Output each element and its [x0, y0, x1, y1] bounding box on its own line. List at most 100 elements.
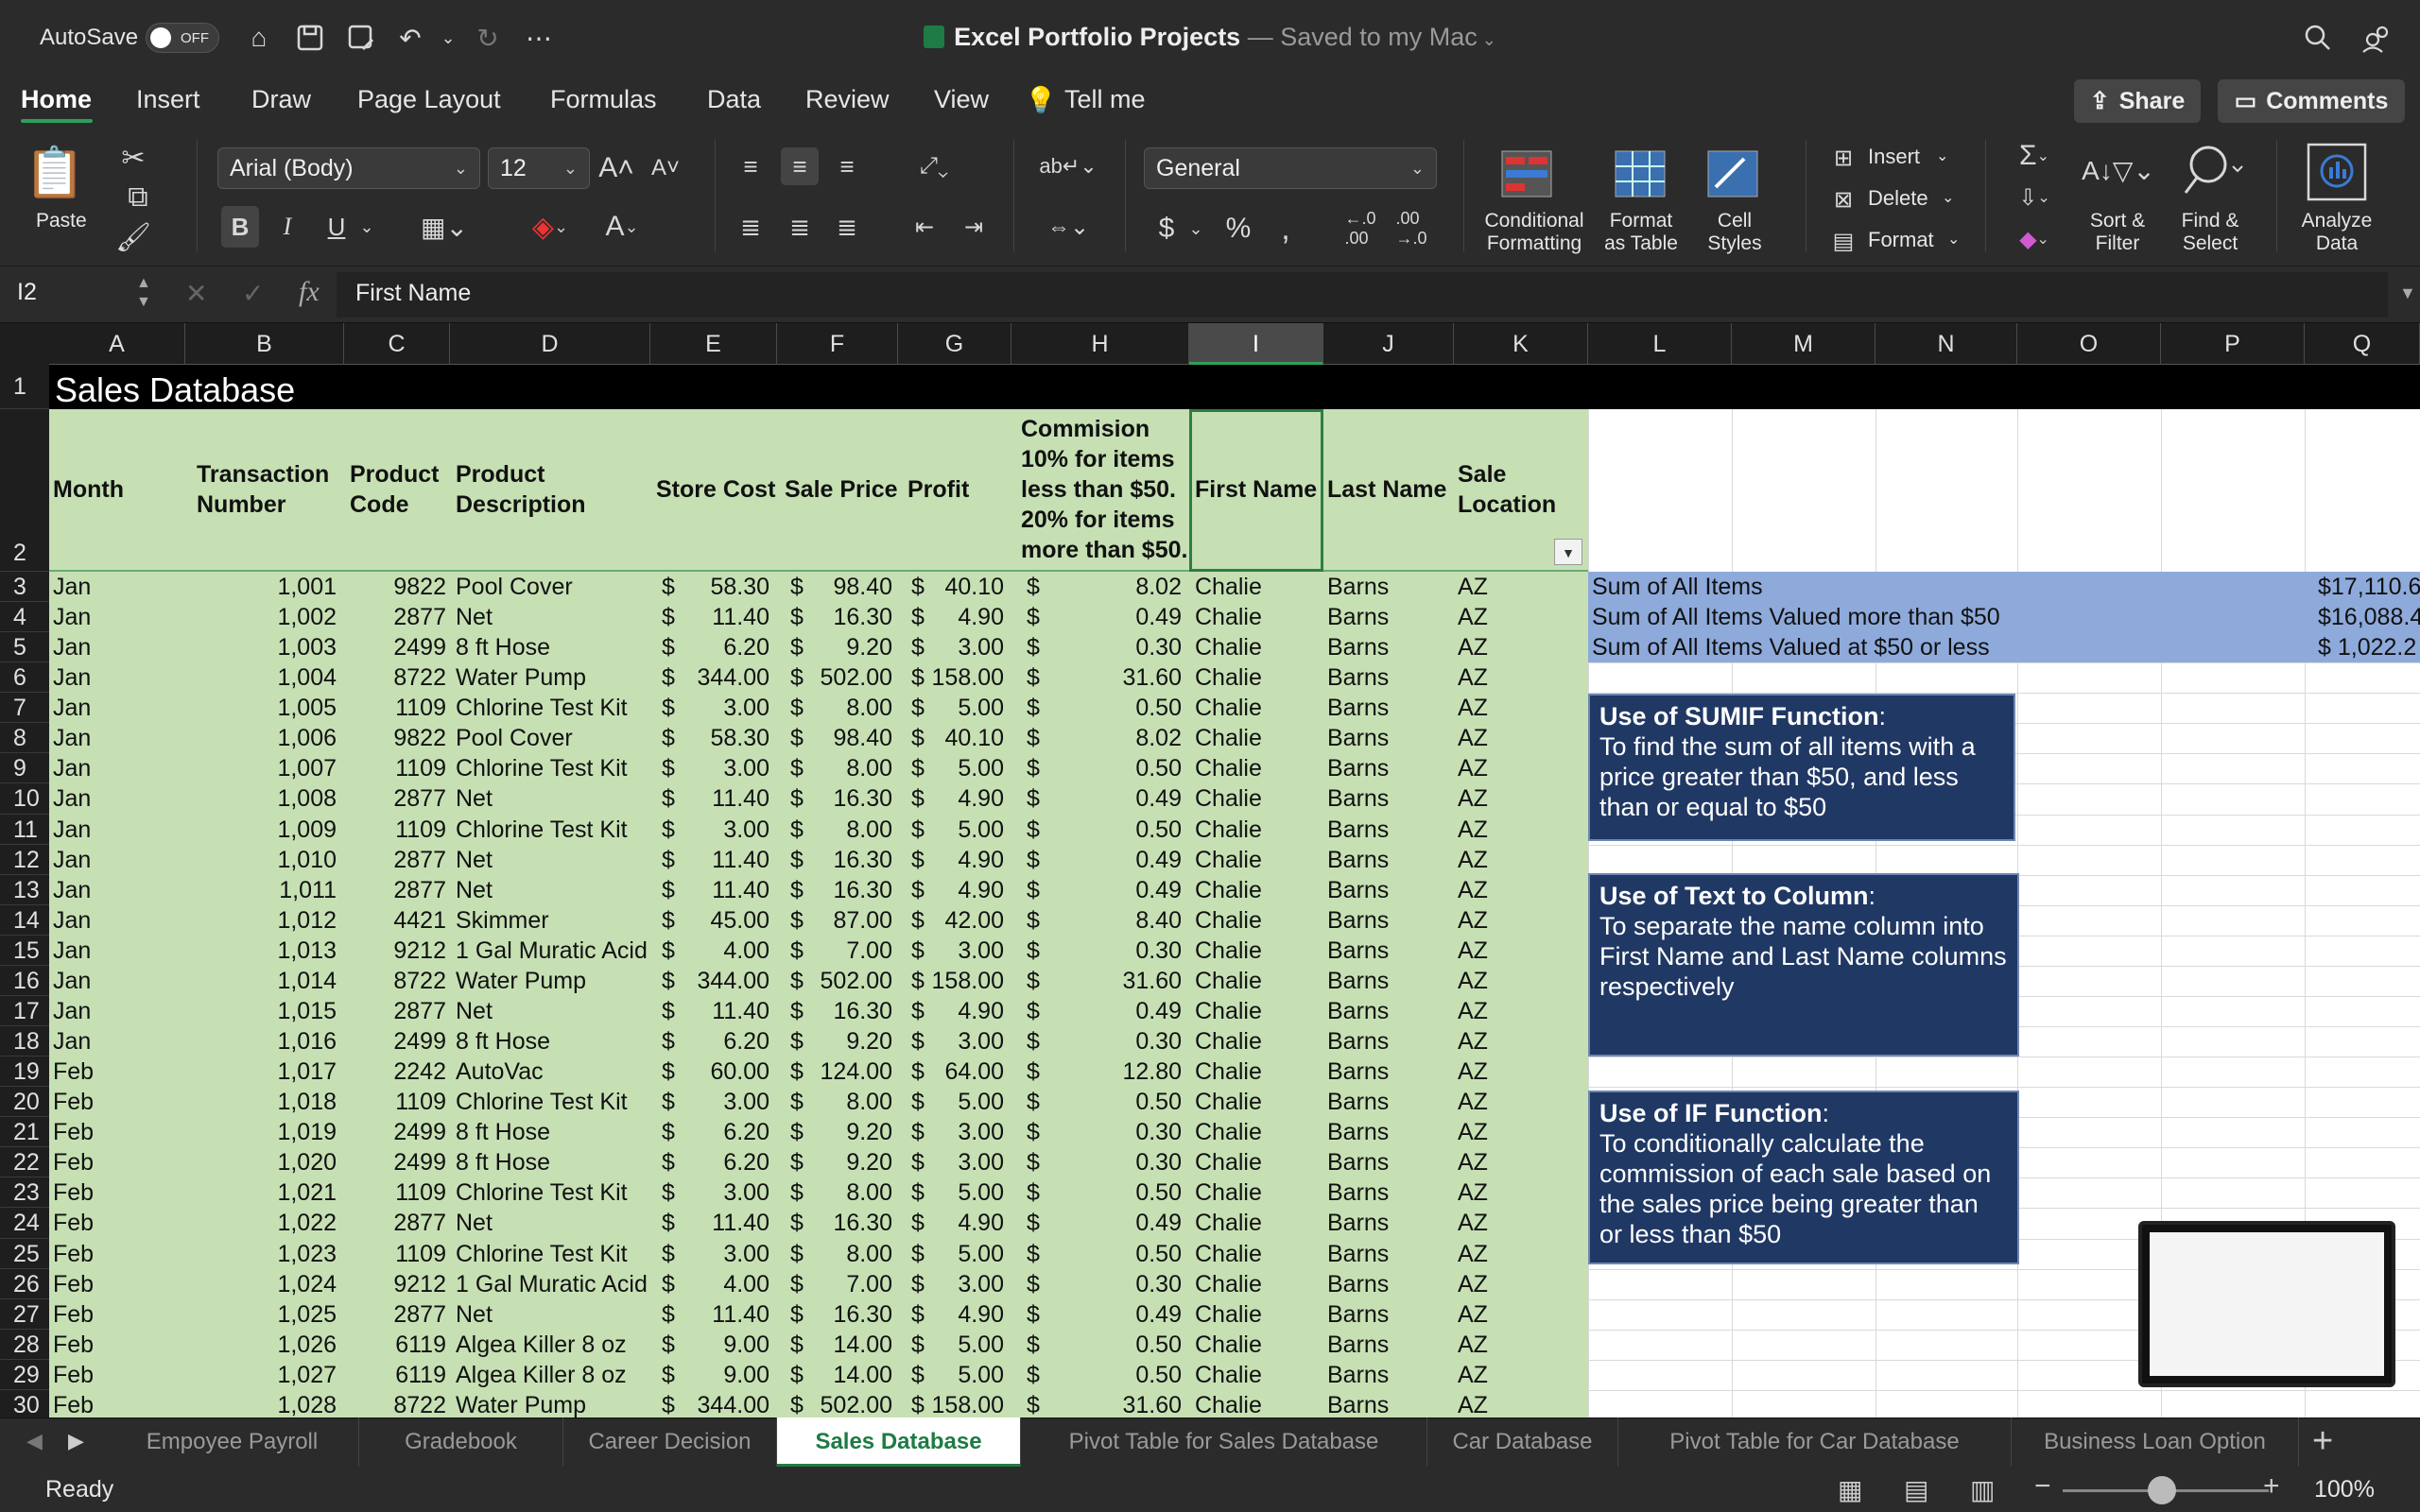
zoom-out-icon[interactable]: −	[2034, 1470, 2051, 1503]
header-month[interactable]: Month	[53, 474, 124, 505]
insert-button[interactable]: Insert	[1868, 146, 1920, 168]
cell-first-name[interactable]: Chalie	[1195, 695, 1262, 722]
merge-center-icon[interactable]: ⇔⌄	[1034, 208, 1102, 246]
header-commission[interactable]: Commision 10% for items less than $50. 20% …	[1021, 414, 1187, 565]
cell-profit[interactable]: 158.00	[898, 968, 1004, 995]
summary-value[interactable]: $17,110.6	[2318, 574, 2420, 601]
cell-product-desc[interactable]: Water Pump	[456, 968, 650, 995]
cell-transaction[interactable]: 1,013	[185, 937, 337, 965]
column-header-e[interactable]: E	[650, 323, 777, 365]
header-transaction[interactable]: Transaction Number	[197, 459, 329, 520]
cell-commission[interactable]: 0.49	[1011, 1210, 1182, 1237]
cell-store-cost[interactable]: 3.00	[652, 755, 769, 782]
cell-product-code[interactable]: 8722	[344, 1392, 446, 1419]
cell-last-name[interactable]: Barns	[1327, 1392, 1389, 1419]
cell-commission[interactable]: 0.30	[1011, 937, 1182, 965]
cell-first-name[interactable]: Chalie	[1195, 755, 1262, 782]
cell-sale-location[interactable]: AZ	[1458, 1362, 1488, 1389]
cell-sale-price[interactable]: 16.30	[775, 785, 892, 813]
cell-sale-price[interactable]: 8.00	[775, 816, 892, 844]
prev-sheet-icon[interactable]: ◀	[26, 1429, 43, 1453]
cell-transaction[interactable]: 1,018	[185, 1089, 337, 1116]
cell-product-code[interactable]: 1109	[344, 1089, 446, 1116]
row-header-8[interactable]: 8	[0, 723, 49, 754]
cell-sale-location[interactable]: AZ	[1458, 1028, 1488, 1056]
cell-commission[interactable]: 0.49	[1011, 877, 1182, 904]
cell-last-name[interactable]: Barns	[1327, 1301, 1389, 1329]
align-bottom-icon[interactable]: ≡	[828, 147, 866, 185]
sheet-tab[interactable]: Business Loan Option	[2012, 1418, 2299, 1467]
comments-button[interactable]: ▭ Comments	[2218, 79, 2405, 123]
cell-sale-location[interactable]: AZ	[1458, 968, 1488, 995]
row-header-23[interactable]: 23	[0, 1177, 49, 1209]
cell-commission[interactable]: 8.02	[1011, 725, 1182, 752]
cell-store-cost[interactable]: 3.00	[652, 695, 769, 722]
sort-filter-icon[interactable]: A↓▽⌄	[2076, 142, 2161, 198]
cell-store-cost[interactable]: 4.00	[652, 937, 769, 965]
cell-sale-price[interactable]: 7.00	[775, 1271, 892, 1298]
cell-store-cost[interactable]: 6.20	[652, 634, 769, 662]
cell-product-desc[interactable]: 8 ft Hose	[456, 634, 650, 662]
next-sheet-icon[interactable]: ▶	[68, 1429, 84, 1453]
align-left-icon[interactable]: ≣	[732, 208, 769, 246]
cell-sale-location[interactable]: AZ	[1458, 1271, 1488, 1298]
cell-profit[interactable]: 4.90	[898, 785, 1004, 813]
cell-product-desc[interactable]: 8 ft Hose	[456, 1149, 650, 1177]
analyze-data-icon[interactable]	[2299, 140, 2375, 204]
cell-sale-location[interactable]: AZ	[1458, 1241, 1488, 1268]
cell-first-name[interactable]: Chalie	[1195, 907, 1262, 935]
increase-indent-icon[interactable]: ⇥	[955, 208, 993, 246]
cell-product-desc[interactable]: Chlorine Test Kit	[456, 755, 650, 782]
sheet-tab[interactable]: Sales Database	[777, 1418, 1021, 1467]
cell-store-cost[interactable]: 11.40	[652, 785, 769, 813]
cell-product-code[interactable]: 2877	[344, 847, 446, 874]
cell-sale-location[interactable]: AZ	[1458, 785, 1488, 813]
row-header-28[interactable]: 28	[0, 1330, 49, 1360]
cell-product-code[interactable]: 6119	[344, 1362, 446, 1389]
cell-store-cost[interactable]: 344.00	[652, 968, 769, 995]
cell-product-desc[interactable]: Pool Cover	[456, 725, 650, 752]
cell-profit[interactable]: 158.00	[898, 664, 1004, 692]
cell-product-code[interactable]: 4421	[344, 907, 446, 935]
insert-dropdown-icon[interactable]: ⌄	[1936, 146, 1948, 168]
cell-commission[interactable]: 8.40	[1011, 907, 1182, 935]
cell-month[interactable]: Feb	[53, 1119, 94, 1146]
decrease-indent-icon[interactable]: ⇤	[906, 208, 943, 246]
cell-store-cost[interactable]: 344.00	[652, 1392, 769, 1419]
row-header-21[interactable]: 21	[0, 1117, 49, 1148]
cell-month[interactable]: Jan	[53, 1028, 91, 1056]
cell-store-cost[interactable]: 11.40	[652, 998, 769, 1025]
cell-product-code[interactable]: 2877	[344, 877, 446, 904]
cell-first-name[interactable]: Chalie	[1195, 1119, 1262, 1146]
cell-month[interactable]: Jan	[53, 574, 91, 601]
cell-store-cost[interactable]: 58.30	[652, 574, 769, 601]
cell-transaction[interactable]: 1,004	[185, 664, 337, 692]
cell-sale-location[interactable]: AZ	[1458, 847, 1488, 874]
percent-button[interactable]: %	[1219, 208, 1257, 249]
cell-store-cost[interactable]: 344.00	[652, 664, 769, 692]
cell-last-name[interactable]: Barns	[1327, 664, 1389, 692]
cell-commission[interactable]: 0.30	[1011, 1149, 1182, 1177]
cell-commission[interactable]: 31.60	[1011, 1392, 1182, 1419]
cell-product-code[interactable]: 2499	[344, 1119, 446, 1146]
cell-last-name[interactable]: Barns	[1327, 937, 1389, 965]
row-header-4[interactable]: 4	[0, 602, 49, 633]
cell-profit[interactable]: 5.00	[898, 1362, 1004, 1389]
cell-month[interactable]: Jan	[53, 847, 91, 874]
cell-product-code[interactable]: 2877	[344, 998, 446, 1025]
increase-decimal-icon[interactable]: ←.0.00	[1337, 208, 1384, 249]
cell-product-code[interactable]: 9822	[344, 574, 446, 601]
cell-sale-price[interactable]: 9.20	[775, 1028, 892, 1056]
cell-store-cost[interactable]: 58.30	[652, 725, 769, 752]
cell-first-name[interactable]: Chalie	[1195, 816, 1262, 844]
cell-last-name[interactable]: Barns	[1327, 604, 1389, 631]
cell-profit[interactable]: 4.90	[898, 1301, 1004, 1329]
cell-commission[interactable]: 0.30	[1011, 634, 1182, 662]
header-product-desc[interactable]: Product Description	[456, 459, 586, 520]
italic-button[interactable]: I	[270, 206, 304, 248]
copy-icon[interactable]: ⧉	[117, 181, 159, 214]
cell-transaction[interactable]: 1,001	[185, 574, 337, 601]
cell-commission[interactable]: 0.50	[1011, 1089, 1182, 1116]
column-header-i[interactable]: I	[1189, 323, 1323, 365]
cell-commission[interactable]: 0.50	[1011, 695, 1182, 722]
